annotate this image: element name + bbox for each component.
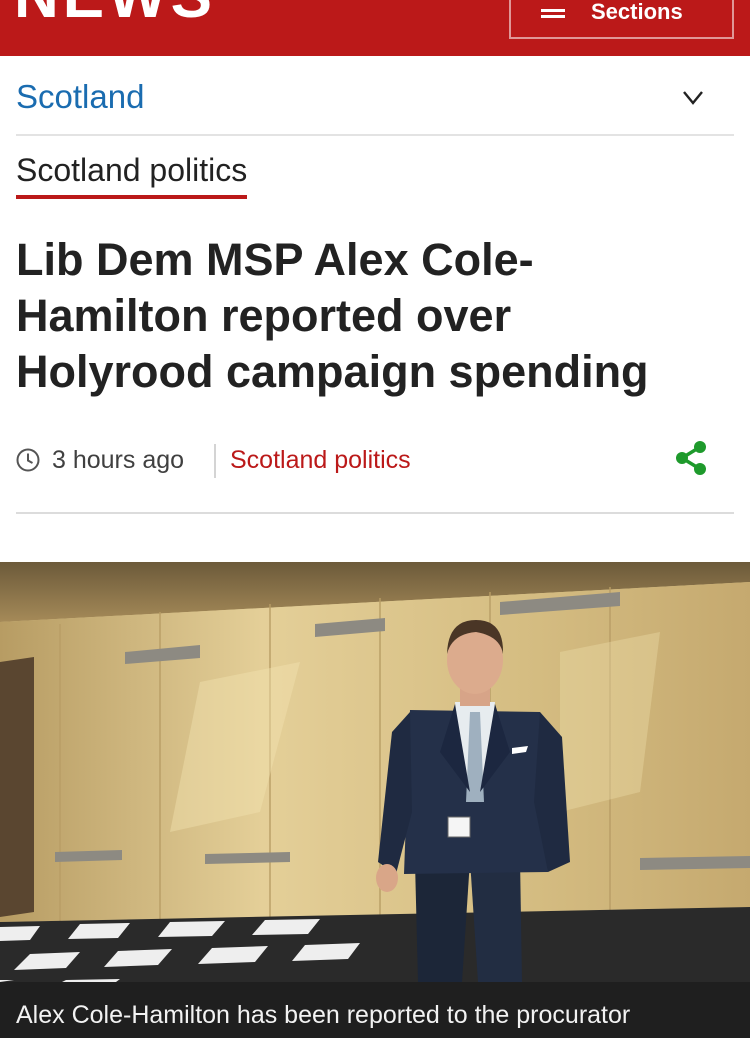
clock-icon <box>16 448 40 472</box>
article-meta: 3 hours ago Scotland politics <box>16 440 734 480</box>
image-caption: Alex Cole-Hamilton has been reported to … <box>0 982 750 1038</box>
meta-divider <box>214 444 216 478</box>
article-hero-image <box>0 562 750 982</box>
chevron-down-icon[interactable] <box>682 86 704 108</box>
article-timestamp: 3 hours ago <box>52 446 185 474</box>
site-header: NEWS Sections <box>0 0 750 56</box>
divider <box>16 512 734 514</box>
topic-link[interactable]: Scotland politics <box>230 446 411 475</box>
news-logo[interactable]: NEWS <box>14 0 216 28</box>
share-icon[interactable] <box>674 440 708 476</box>
sections-button[interactable]: Sections <box>509 0 734 39</box>
menu-icon <box>541 9 565 23</box>
hero-photo <box>0 562 750 982</box>
section-nav[interactable]: Scotland <box>16 56 734 136</box>
article-headline: Lib Dem MSP Alex Cole-Hamilton reported … <box>16 234 649 397</box>
topic-tag-link[interactable]: Scotland politics <box>16 152 248 199</box>
sections-label: Sections <box>591 0 683 24</box>
section-name[interactable]: Scotland <box>16 78 144 116</box>
